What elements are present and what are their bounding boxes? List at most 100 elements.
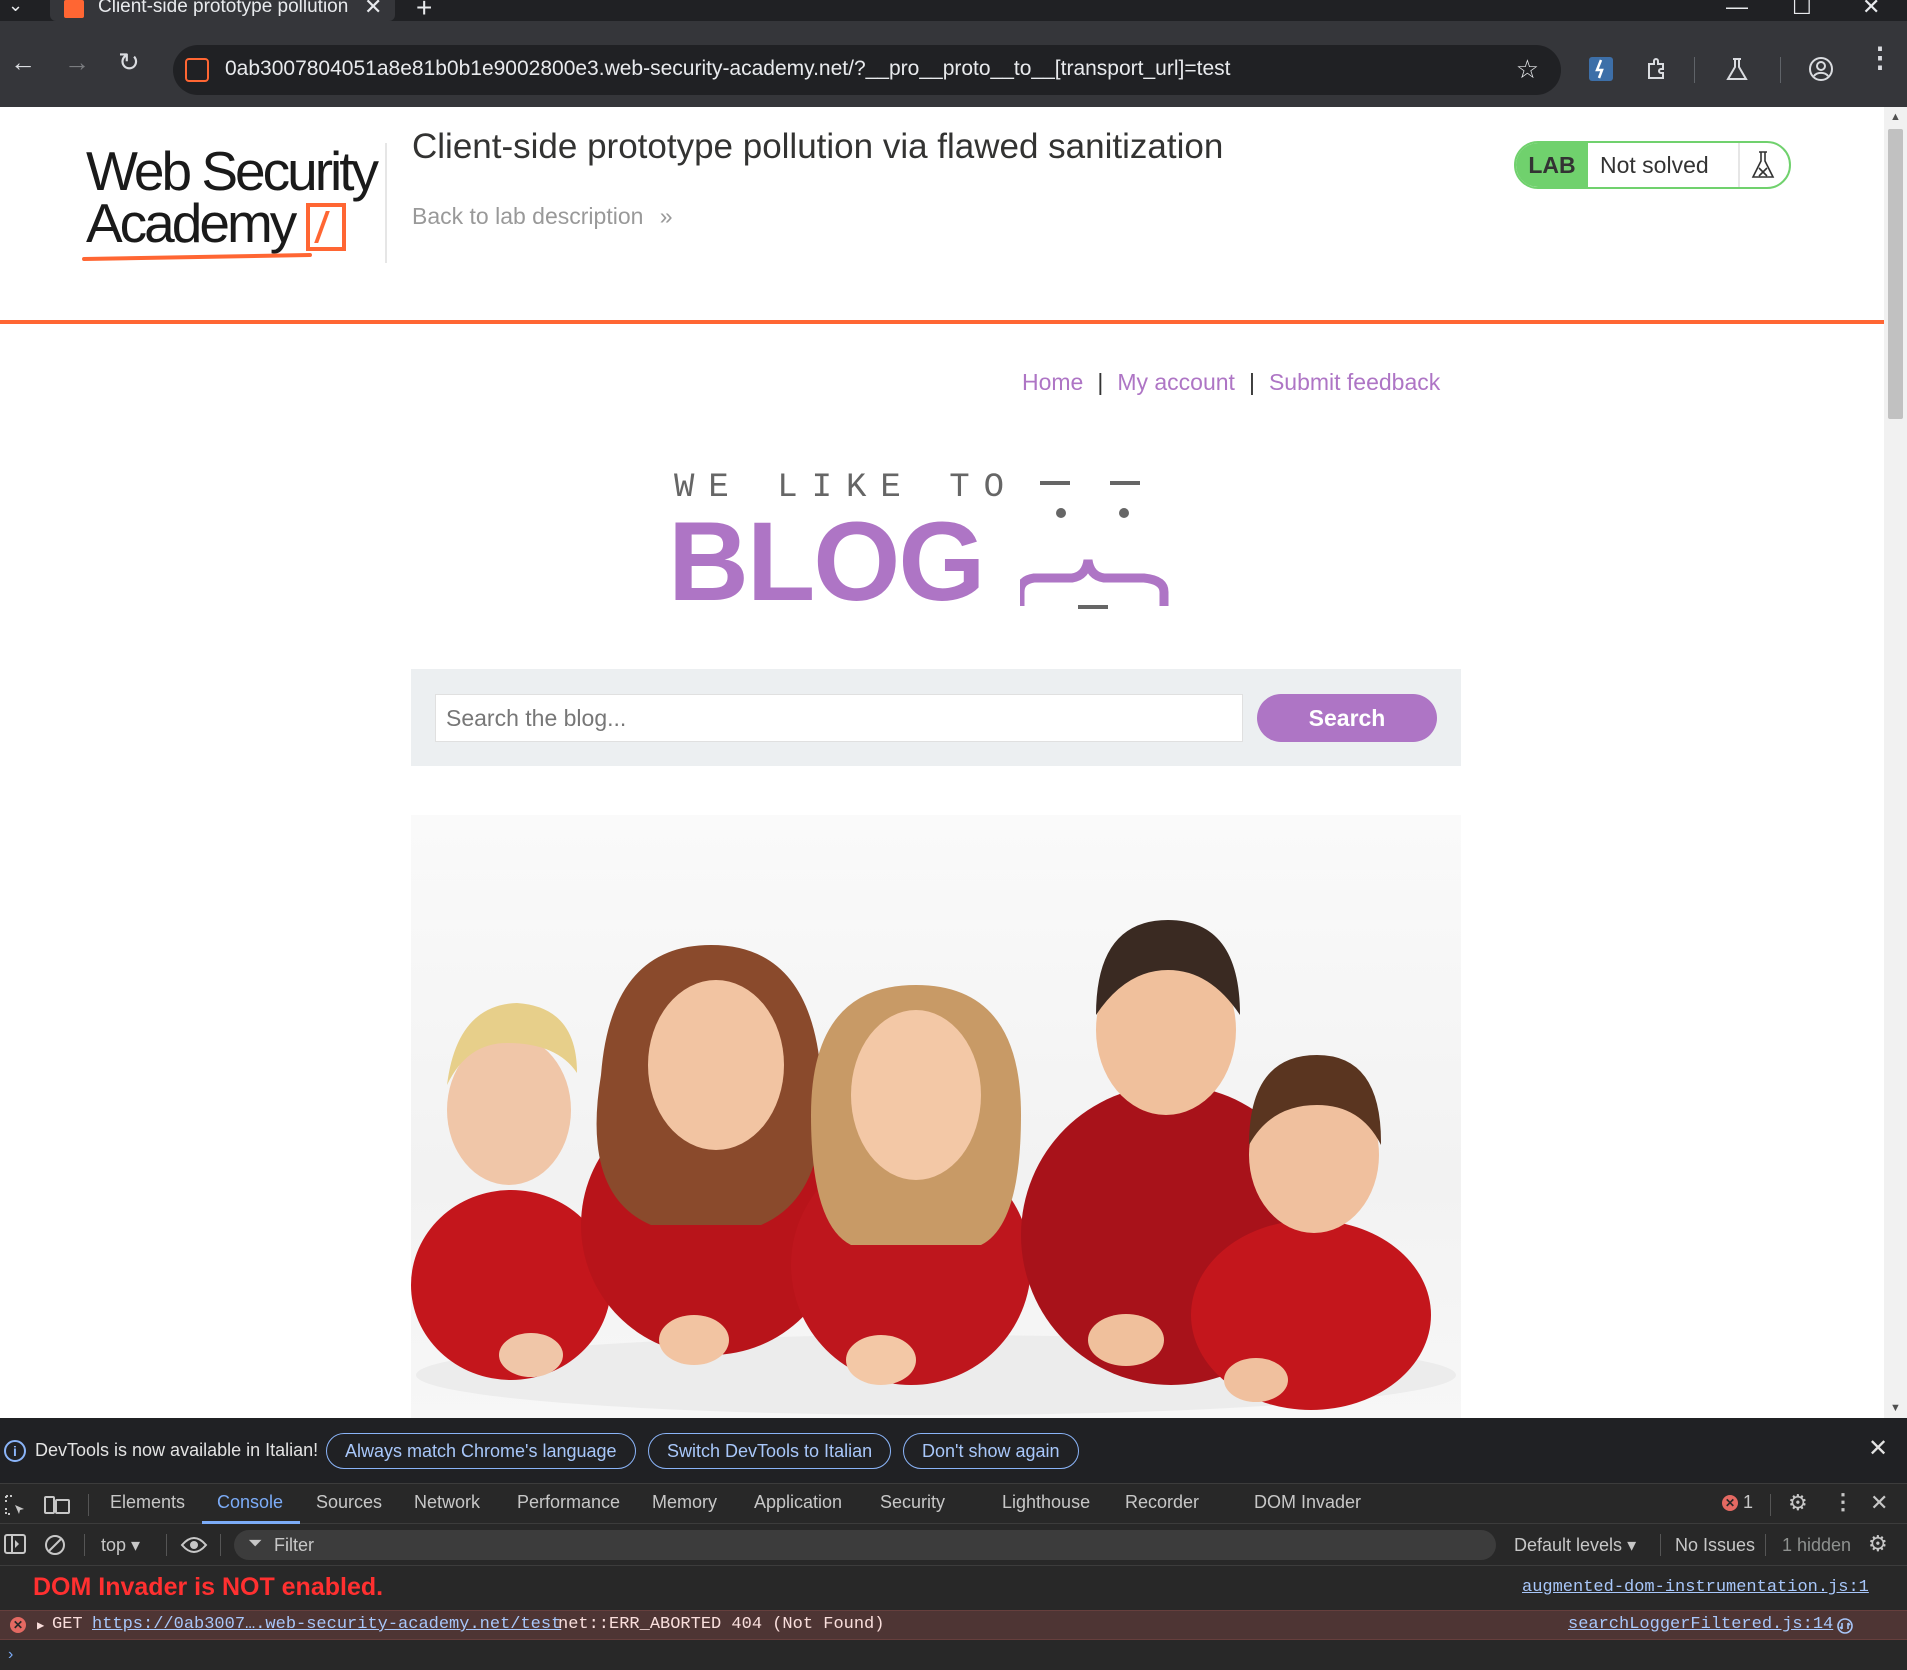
- infobar-close-icon[interactable]: ✕: [1868, 1434, 1888, 1463]
- web-security-academy-logo[interactable]: Web Security Academy: [81, 139, 386, 262]
- scrollbar-thumb[interactable]: [1888, 129, 1903, 419]
- logo-line-2: Academy: [86, 192, 297, 254]
- family-photo-illustration: [411, 920, 1456, 1415]
- devtools-menu-kebab-icon[interactable]: ⋮: [1832, 1489, 1854, 1515]
- tab-recorder[interactable]: Recorder: [1125, 1492, 1199, 1513]
- context-selector[interactable]: top ▾: [101, 1535, 140, 1556]
- toolbar-divider: [1660, 1534, 1661, 1556]
- issues-counter[interactable]: No Issues: [1675, 1535, 1755, 1556]
- tab-close-icon[interactable]: ✕: [364, 0, 382, 20]
- scroll-down-arrow-icon[interactable]: ▼: [1890, 1402, 1901, 1414]
- tab-elements[interactable]: Elements: [110, 1492, 185, 1513]
- error-icon: ✕: [1722, 1495, 1738, 1512]
- toolbar-divider: [220, 1534, 221, 1556]
- window-close-icon[interactable]: ✕: [1862, 0, 1880, 20]
- context-label: top: [101, 1535, 127, 1555]
- blog-logo-wordmark: BLOG: [668, 499, 986, 624]
- reload-icon[interactable]: ↻: [118, 49, 140, 75]
- live-expression-eye-icon[interactable]: [180, 1535, 208, 1555]
- expand-triangle-icon[interactable]: ▶: [37, 1618, 44, 1633]
- settings-gear-icon[interactable]: ⚙: [1788, 1490, 1808, 1516]
- console-source-link[interactable]: searchLoggerFiltered.js:14: [1568, 1615, 1833, 1634]
- log-levels-dropdown[interactable]: Default levels ▾: [1514, 1535, 1636, 1556]
- lab-status-widget: LAB Not solved: [1514, 141, 1791, 189]
- devtools-close-icon[interactable]: ✕: [1870, 1490, 1888, 1516]
- blog-post-image[interactable]: [411, 815, 1461, 1418]
- profile-avatar-icon[interactable]: [1808, 56, 1834, 82]
- info-icon: i: [4, 1440, 26, 1462]
- header-divider: [385, 143, 387, 263]
- devtools-language-infobar: i DevTools is now available in Italian! …: [0, 1418, 1907, 1484]
- console-settings-gear-icon[interactable]: ⚙: [1868, 1531, 1888, 1557]
- infobar-message: DevTools is now available in Italian!: [35, 1440, 319, 1460]
- devtools-tab-bar: Elements Console Sources Network Perform…: [0, 1484, 1907, 1524]
- tab-performance[interactable]: Performance: [517, 1492, 620, 1513]
- site-info-icon[interactable]: [185, 58, 209, 82]
- tab-sources[interactable]: Sources: [316, 1492, 382, 1513]
- back-arrow-icon[interactable]: ←: [10, 49, 36, 75]
- toolbar-divider: [1770, 1494, 1771, 1516]
- bookmark-star-icon[interactable]: ☆: [1516, 54, 1539, 85]
- error-count-badge[interactable]: ✕ 1: [1722, 1492, 1753, 1513]
- tab-application[interactable]: Application: [754, 1492, 842, 1513]
- logo-bolt-icon: [306, 203, 346, 251]
- console-message-error: ✕ ▶ GET https://0ab3007….web-security-ac…: [0, 1610, 1907, 1640]
- forward-arrow-icon[interactable]: →: [64, 49, 90, 75]
- clear-console-icon[interactable]: [44, 1534, 66, 1556]
- always-match-language-button[interactable]: Always match Chrome's language: [326, 1433, 636, 1469]
- sidebar-toggle-icon[interactable]: [4, 1534, 26, 1554]
- back-to-lab-description-link[interactable]: Back to lab description »: [412, 203, 673, 230]
- tab-dom-invader[interactable]: DOM Invader: [1254, 1492, 1361, 1513]
- network-request-icon[interactable]: [1836, 1617, 1854, 1635]
- scroll-up-arrow-icon[interactable]: ▲: [1890, 111, 1901, 123]
- burp-extension-icon[interactable]: [1588, 56, 1614, 82]
- console-prompt-chevron-icon[interactable]: ›: [8, 1646, 13, 1664]
- filter-placeholder: Filter: [274, 1535, 314, 1555]
- labs-flask-icon[interactable]: [1724, 56, 1750, 82]
- we-like-to-blog-logo: WE LIKE TO BLOG: [668, 469, 1208, 629]
- nav-separator: |: [1097, 369, 1104, 395]
- blog-top-nav: Home | My account | Submit feedback: [1022, 369, 1440, 396]
- tab-security[interactable]: Security: [880, 1492, 945, 1513]
- tab-console[interactable]: Console: [217, 1492, 283, 1513]
- tab-title: Client-side prototype pollution via flaw…: [98, 0, 348, 17]
- filter-funnel-icon: ⏷: [248, 1533, 263, 1553]
- blog-search-section: Search: [411, 669, 1461, 766]
- lab-title: Client-side prototype pollution via flaw…: [412, 127, 1224, 166]
- nav-submit-feedback-link[interactable]: Submit feedback: [1269, 369, 1440, 395]
- browser-tab-active[interactable]: Client-side prototype pollution via flaw…: [50, 0, 395, 21]
- request-error-text: net::ERR_ABORTED 404 (Not Found): [558, 1615, 885, 1634]
- page-scrollbar[interactable]: ▲ ▼: [1884, 107, 1907, 1418]
- toolbar-divider: [1765, 1534, 1766, 1556]
- dont-show-again-button[interactable]: Don't show again: [903, 1433, 1079, 1469]
- nav-my-account-link[interactable]: My account: [1117, 369, 1235, 395]
- toolbar-divider: [88, 1494, 89, 1516]
- switch-devtools-italian-button[interactable]: Switch DevTools to Italian: [648, 1433, 892, 1469]
- address-bar[interactable]: 0ab3007804051a8e81b0b1e9002800e3.web-sec…: [173, 45, 1561, 95]
- hidden-messages-count: 1 hidden: [1782, 1535, 1852, 1555]
- search-button[interactable]: Search: [1257, 694, 1437, 742]
- devtools-panel: i DevTools is now available in Italian! …: [0, 1418, 1907, 1670]
- address-bar-url[interactable]: 0ab3007804051a8e81b0b1e9002800e3.web-sec…: [225, 57, 1230, 81]
- error-icon: ✕: [10, 1617, 26, 1633]
- console-filter-input[interactable]: ⏷ Filter: [234, 1530, 1496, 1560]
- minimize-icon[interactable]: —: [1726, 0, 1748, 20]
- chrome-menu-kebab-icon[interactable]: ⋮: [1866, 44, 1894, 72]
- tab-memory[interactable]: Memory: [652, 1492, 717, 1513]
- lab-flask-icon: [1751, 151, 1775, 178]
- nav-home-link[interactable]: Home: [1022, 369, 1083, 395]
- inspect-element-icon[interactable]: [4, 1494, 26, 1516]
- tab-search-chevron-icon[interactable]: ⌄: [8, 0, 23, 16]
- console-source-link[interactable]: augmented-dom-instrumentation.js:1: [1522, 1578, 1869, 1597]
- request-method: GET: [52, 1615, 83, 1634]
- extensions-puzzle-icon[interactable]: [1644, 56, 1670, 82]
- tab-network[interactable]: Network: [414, 1492, 480, 1513]
- toolbar-divider: [84, 1534, 85, 1556]
- back-link-label: Back to lab description: [412, 203, 644, 229]
- device-toolbar-icon[interactable]: [44, 1494, 70, 1516]
- browser-toolbar: ← → ↻ 0ab3007804051a8e81b0b1e9002800e3.w…: [0, 21, 1907, 107]
- tab-lighthouse[interactable]: Lighthouse: [1002, 1492, 1090, 1513]
- maximize-icon[interactable]: ☐: [1792, 0, 1812, 20]
- blog-search-input[interactable]: [435, 694, 1243, 742]
- request-url-link[interactable]: https://0ab3007….web-security-academy.ne…: [92, 1615, 561, 1634]
